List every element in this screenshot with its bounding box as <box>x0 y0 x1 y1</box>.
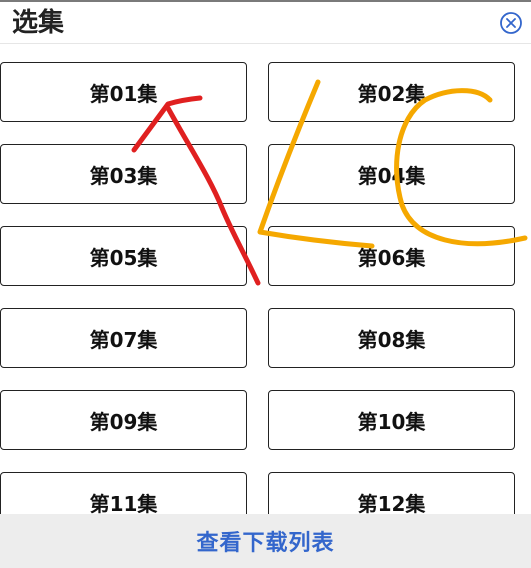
footer-bar: 查看下载列表 <box>0 514 531 568</box>
episode-grid: 第01集 第02集 第03集 第04集 第05集 第06集 第07集 第08集 … <box>0 62 531 514</box>
episode-button[interactable]: 第01集 <box>0 62 247 122</box>
episode-button[interactable]: 第03集 <box>0 144 247 204</box>
episode-button[interactable]: 第06集 <box>268 226 515 286</box>
episode-button[interactable]: 第09集 <box>0 390 247 450</box>
episode-button[interactable]: 第12集 <box>268 472 515 514</box>
episode-button[interactable]: 第11集 <box>0 472 247 514</box>
episode-button[interactable]: 第08集 <box>268 308 515 368</box>
dialog-title: 选集 <box>12 8 65 38</box>
episode-button[interactable]: 第10集 <box>268 390 515 450</box>
episode-button[interactable]: 第04集 <box>268 144 515 204</box>
episode-button[interactable]: 第05集 <box>0 226 247 286</box>
dialog-header: 选集 <box>0 2 531 44</box>
episode-button[interactable]: 第02集 <box>268 62 515 122</box>
view-download-list-button[interactable]: 查看下载列表 <box>196 525 334 557</box>
close-icon[interactable] <box>499 11 523 35</box>
episode-button[interactable]: 第07集 <box>0 308 247 368</box>
